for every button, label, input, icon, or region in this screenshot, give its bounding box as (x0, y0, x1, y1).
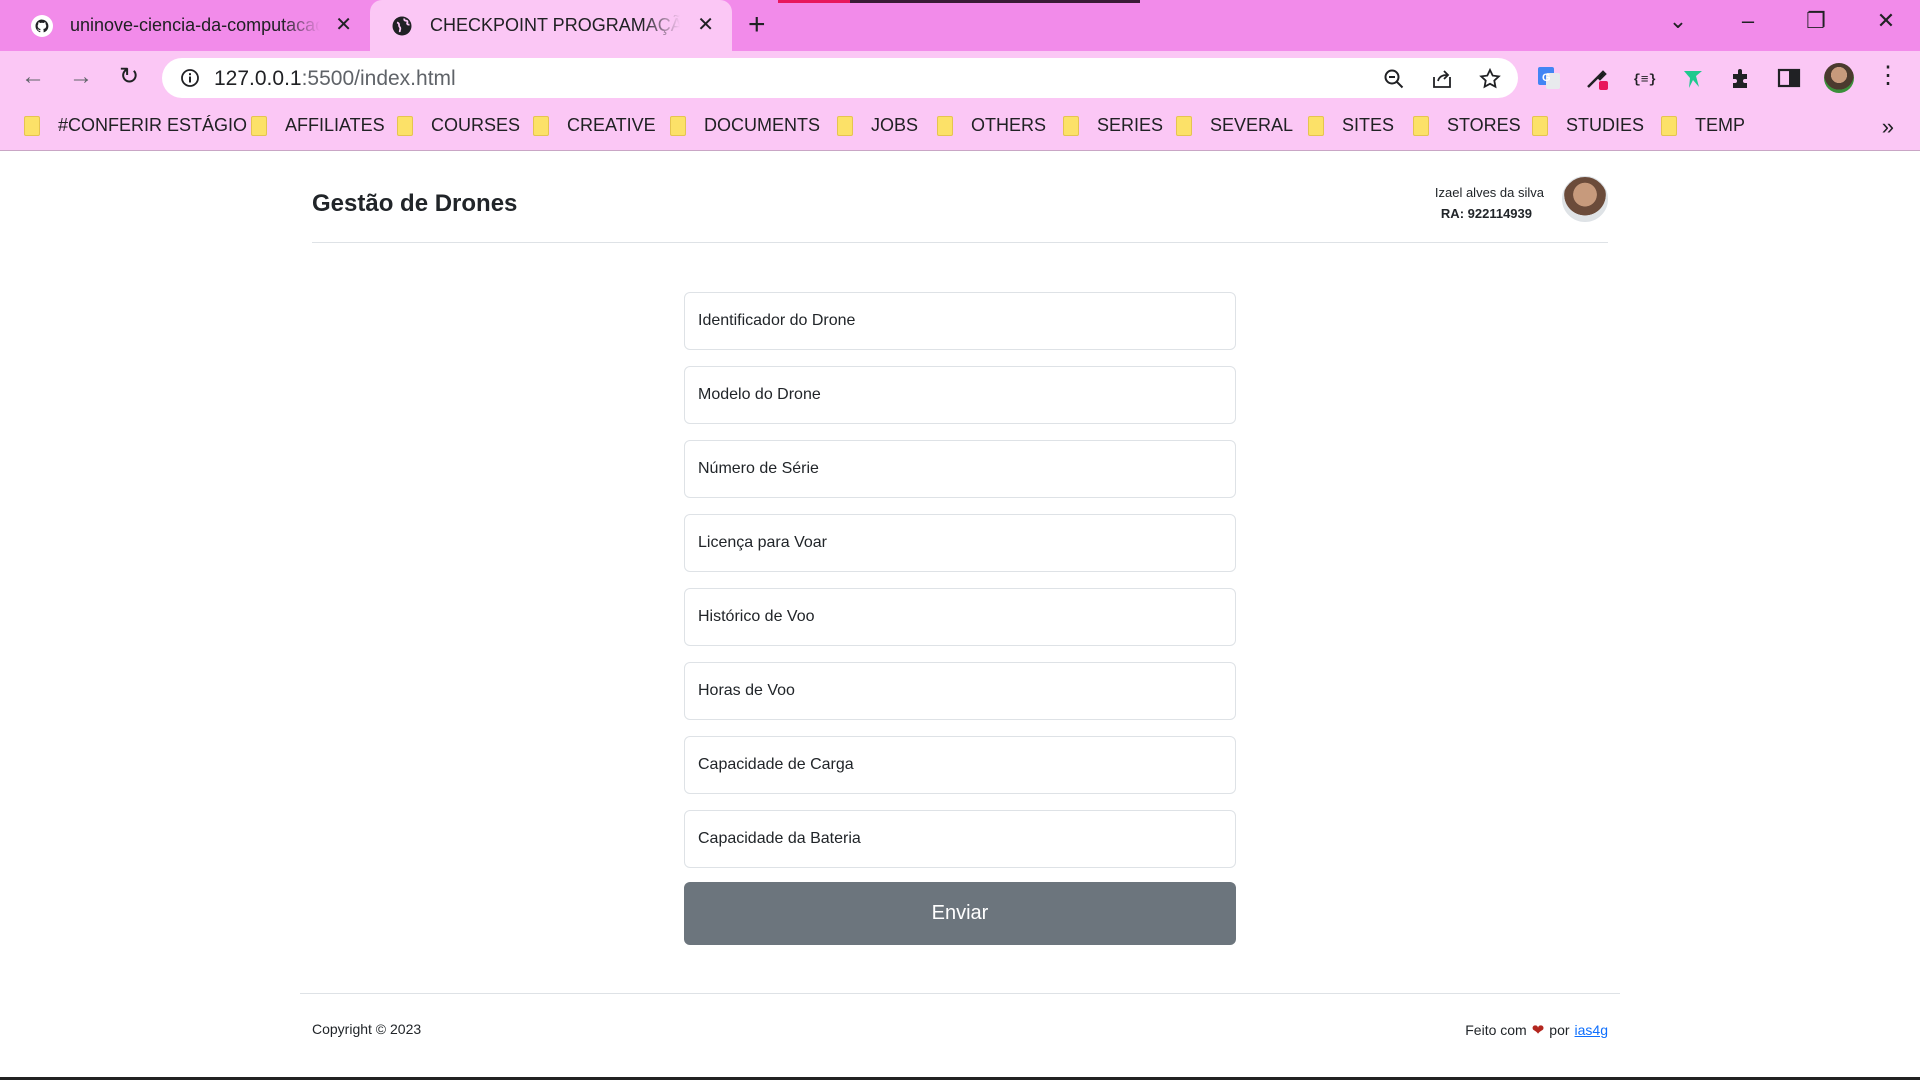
green-extension-icon[interactable] (1680, 65, 1706, 91)
flight-license-field[interactable] (684, 514, 1236, 572)
folder-icon (1532, 115, 1548, 136)
reload-icon[interactable]: ↻ (114, 63, 144, 93)
share-icon[interactable] (1430, 67, 1454, 91)
info-icon[interactable] (180, 68, 200, 88)
folder-icon (670, 115, 686, 136)
submit-button[interactable]: Enviar (684, 882, 1236, 945)
close-tab-icon[interactable]: ✕ (697, 14, 714, 36)
new-tab-button[interactable]: + (748, 10, 766, 40)
folder-icon (1308, 115, 1324, 136)
flight-license-input[interactable] (698, 534, 1235, 552)
bookmarks-bar: #CONFERIR ESTÁGIO AFFILIATES COURSES CRE… (0, 104, 1920, 151)
address-bar[interactable]: 127.0.0.1:5500/index.html (162, 58, 1518, 98)
bookmark-folder[interactable]: AFFILIATES (251, 115, 385, 136)
drone-model-input[interactable] (698, 386, 1235, 404)
folder-icon (533, 115, 549, 136)
tab-search-icon[interactable]: ⌄ (1658, 8, 1698, 34)
bookmark-folder[interactable]: STORES (1413, 115, 1521, 136)
avatar (1562, 176, 1608, 222)
serial-number-field[interactable] (684, 440, 1236, 498)
flight-history-field[interactable] (684, 588, 1236, 646)
page-title: Gestão de Drones (312, 190, 518, 217)
close-window-icon[interactable]: ✕ (1866, 8, 1906, 34)
drone-id-field[interactable] (684, 292, 1236, 350)
github-icon (31, 14, 53, 37)
bookmark-folder[interactable]: CREATIVE (533, 115, 656, 136)
globe-icon (392, 16, 412, 35)
battery-capacity-input[interactable] (698, 830, 1235, 848)
folder-icon (1063, 115, 1079, 136)
restore-icon[interactable]: ❐ (1796, 8, 1836, 34)
svg-text:{≡}: {≡} (1633, 72, 1656, 87)
loading-bar (778, 0, 850, 3)
bookmark-star-icon[interactable] (1478, 67, 1502, 91)
profile-avatar[interactable] (1824, 63, 1854, 93)
bookmark-folder[interactable]: DOCUMENTS (670, 115, 820, 136)
author-link[interactable]: ias4g (1575, 1022, 1608, 1038)
flight-history-input[interactable] (698, 608, 1235, 626)
tab-strip: uninove-ciencia-da-computacao/ ✕ CHECKPO… (0, 0, 1920, 51)
folder-icon (24, 115, 40, 136)
tab-title: uninove-ciencia-da-computacao/ (70, 15, 320, 35)
serial-number-input[interactable] (698, 460, 1235, 478)
bookmark-folder[interactable]: OTHERS (937, 115, 1046, 136)
page-header: Gestão de Drones Izael alves da silva RA… (312, 152, 1608, 243)
made-with-text: Feito com ❤ por ias4g (1465, 1021, 1608, 1039)
svg-text:G: G (1542, 72, 1551, 84)
bookmark-folder[interactable]: SEVERAL (1176, 115, 1293, 136)
heart-icon: ❤ (1531, 1022, 1545, 1039)
page-footer: Copyright © 2023 Feito com ❤ por ias4g (300, 993, 1620, 1075)
minimize-icon[interactable]: – (1728, 8, 1768, 34)
load-capacity-field[interactable] (684, 736, 1236, 794)
bookmark-folder[interactable]: #CONFERIR ESTÁGIO (24, 115, 247, 136)
zoom-icon[interactable] (1382, 67, 1406, 91)
tab-github[interactable]: uninove-ciencia-da-computacao/ ✕ (12, 0, 370, 51)
drone-model-field[interactable] (684, 366, 1236, 424)
browser-toolbar: ← → ↻ 127.0.0.1:5500/index.html G {≡} ⋮ (0, 51, 1920, 104)
bookmark-folder[interactable]: TEMP (1661, 115, 1745, 136)
flight-hours-field[interactable] (684, 662, 1236, 720)
made-with-label: Feito com (1465, 1022, 1527, 1038)
drone-id-input[interactable] (698, 312, 1235, 330)
drone-form: Enviar (684, 292, 1236, 945)
bookmark-folder[interactable]: SERIES (1063, 115, 1163, 136)
page-content: Gestão de Drones Izael alves da silva RA… (0, 152, 1920, 1076)
copyright-text: Copyright © 2023 (312, 1021, 422, 1037)
load-capacity-input[interactable] (698, 756, 1235, 774)
google-translate-icon[interactable]: G (1536, 65, 1562, 91)
by-label: por (1549, 1022, 1570, 1038)
bookmark-folder[interactable]: SITES (1308, 115, 1394, 136)
color-picker-icon[interactable] (1584, 65, 1610, 91)
folder-icon (251, 115, 267, 136)
forward-icon[interactable]: → (66, 63, 96, 93)
flight-hours-input[interactable] (698, 682, 1235, 700)
bookmark-folder[interactable]: JOBS (837, 115, 918, 136)
bookmark-folder[interactable]: STUDIES (1532, 115, 1644, 136)
tab-checkpoint[interactable]: CHECKPOINT PROGRAMAÇÃO WEB ✕ (370, 0, 732, 51)
user-name: Izael alves da silva (1434, 185, 1544, 200)
url-text: 127.0.0.1:5500/index.html (214, 67, 456, 90)
browser-menu-icon[interactable]: ⋮ (1876, 61, 1900, 90)
extensions-puzzle-icon[interactable] (1728, 65, 1754, 91)
close-tab-icon[interactable]: ✕ (335, 14, 352, 36)
loading-bar-track (850, 0, 1140, 3)
folder-icon (1413, 115, 1429, 136)
folder-icon (937, 115, 953, 136)
side-panel-icon[interactable] (1776, 65, 1802, 91)
folder-icon (1661, 115, 1677, 136)
tab-title: CHECKPOINT PROGRAMAÇÃO WEB (430, 15, 680, 35)
user-ra: RA: 922114939 (1440, 206, 1532, 221)
json-viewer-icon[interactable]: {≡} (1632, 65, 1658, 91)
folder-icon (397, 115, 413, 136)
back-icon[interactable]: ← (18, 63, 48, 93)
battery-capacity-field[interactable] (684, 810, 1236, 868)
bookmarks-overflow-icon[interactable]: » (1882, 114, 1894, 140)
folder-icon (1176, 115, 1192, 136)
folder-icon (837, 115, 853, 136)
bookmark-folder[interactable]: COURSES (397, 115, 520, 136)
